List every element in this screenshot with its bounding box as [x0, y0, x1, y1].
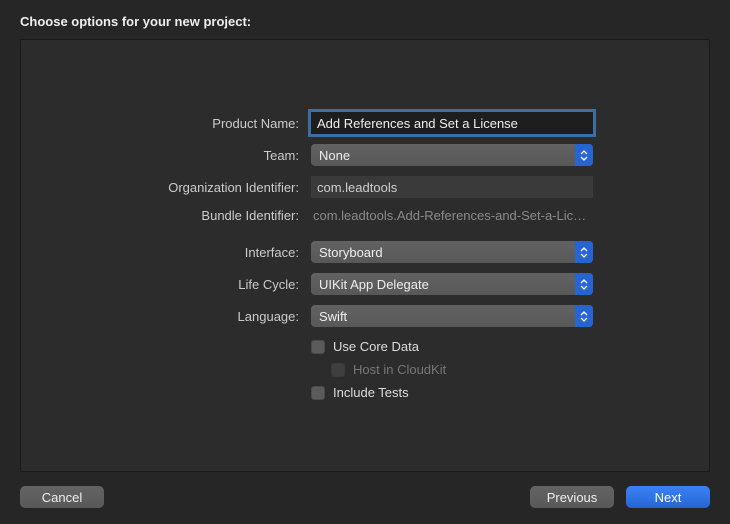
language-popup[interactable]: Swift [311, 305, 593, 327]
use-core-data-label: Use Core Data [333, 339, 419, 354]
language-popup-value: Swift [319, 309, 347, 324]
previous-button[interactable]: Previous [530, 486, 614, 508]
team-popup-value: None [319, 148, 350, 163]
use-core-data-row: Use Core Data [311, 339, 446, 354]
include-tests-checkbox[interactable] [311, 386, 325, 400]
team-popup[interactable]: None [311, 144, 593, 166]
row-bundle-identifier: Bundle Identifier: com.leadtools.Add-Ref… [21, 208, 709, 223]
label-language: Language: [21, 309, 299, 324]
new-project-options-dialog: Choose options for your new project: Pro… [0, 0, 730, 524]
include-tests-row: Include Tests [311, 385, 446, 400]
updown-icon [575, 273, 593, 295]
cancel-button[interactable]: Cancel [20, 486, 104, 508]
interface-popup-value: Storyboard [319, 245, 383, 260]
bundle-identifier-value: com.leadtools.Add-References-and-Set-a-L… [311, 208, 593, 223]
row-org-identifier: Organization Identifier: [21, 176, 709, 198]
product-name-input[interactable] [311, 112, 593, 134]
organization-identifier-input[interactable] [311, 176, 593, 198]
row-language: Language: Swift [21, 305, 709, 327]
checkbox-group: Use Core Data Host in CloudKit Include T… [311, 337, 446, 400]
label-team: Team: [21, 148, 299, 163]
host-in-cloudkit-checkbox [331, 363, 345, 377]
label-org-identifier: Organization Identifier: [21, 180, 299, 195]
updown-icon [575, 144, 593, 166]
life-cycle-popup-value: UIKit App Delegate [319, 277, 429, 292]
row-life-cycle: Life Cycle: UIKit App Delegate [21, 273, 709, 295]
row-interface: Interface: Storyboard [21, 241, 709, 263]
footer-right: Previous Next [530, 486, 710, 508]
updown-icon [575, 305, 593, 327]
dialog-title: Choose options for your new project: [20, 14, 710, 29]
row-team: Team: None [21, 144, 709, 166]
label-bundle-identifier: Bundle Identifier: [21, 208, 299, 223]
include-tests-label: Include Tests [333, 385, 409, 400]
life-cycle-popup[interactable]: UIKit App Delegate [311, 273, 593, 295]
row-checkboxes: Use Core Data Host in CloudKit Include T… [21, 337, 709, 400]
dialog-footer: Cancel Previous Next [20, 486, 710, 508]
updown-icon [575, 241, 593, 263]
row-product-name: Product Name: [21, 112, 709, 134]
form: Product Name: Team: None [21, 112, 709, 400]
host-in-cloudkit-label: Host in CloudKit [353, 362, 446, 377]
use-core-data-checkbox[interactable] [311, 340, 325, 354]
label-product-name: Product Name: [21, 116, 299, 131]
interface-popup[interactable]: Storyboard [311, 241, 593, 263]
host-in-cloudkit-row: Host in CloudKit [311, 362, 446, 377]
next-button[interactable]: Next [626, 486, 710, 508]
form-panel: Product Name: Team: None [20, 39, 710, 472]
label-interface: Interface: [21, 245, 299, 260]
label-life-cycle: Life Cycle: [21, 277, 299, 292]
